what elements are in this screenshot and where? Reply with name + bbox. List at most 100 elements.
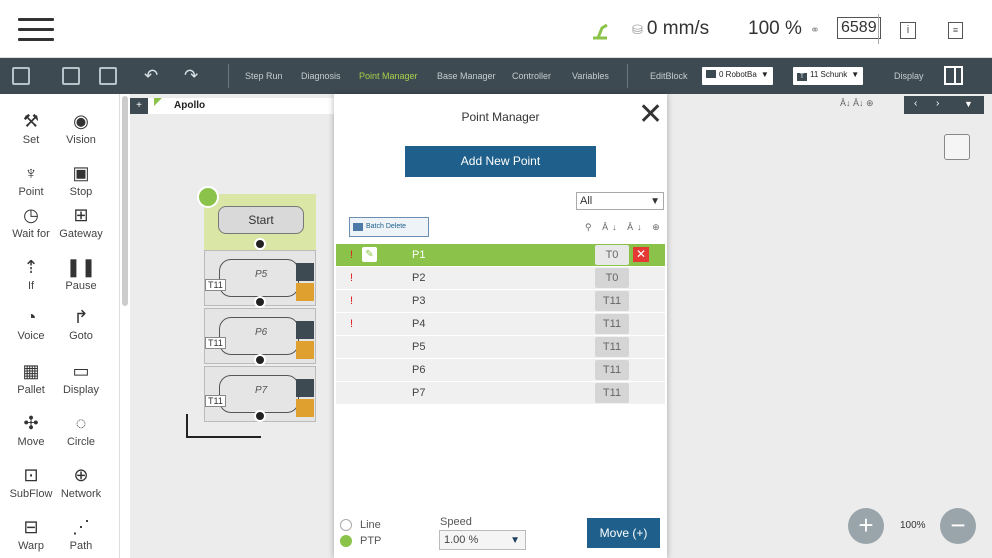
palette-pallet[interactable]: ▦ Pallet [6, 358, 56, 396]
block-label: P7 [255, 385, 268, 396]
tab-step-run[interactable]: Step Run [245, 71, 283, 81]
tab-base-manager[interactable]: Base Manager [437, 71, 496, 81]
grid-icon: ▦ [22, 361, 40, 381]
display-label[interactable]: Display [894, 71, 924, 81]
point-row[interactable]: ! P4 T11 [336, 313, 665, 335]
canvas-nav[interactable]: ‹ › ▼ [904, 96, 984, 114]
chevron-down-icon[interactable]: ▼ [964, 99, 973, 109]
screen-icon: ▭ [72, 361, 90, 381]
palette-goto[interactable]: ↱ Goto [56, 304, 106, 342]
move-button[interactable]: Move (+) [587, 518, 660, 548]
palette-gateway[interactable]: ⊞ Gateway [56, 202, 106, 240]
palette-wait-for[interactable]: ◷ Wait for [6, 202, 56, 240]
chevron-left-icon[interactable]: ‹ [914, 98, 917, 109]
document-icon[interactable]: ≡ [948, 22, 963, 39]
connector-node[interactable] [254, 238, 266, 250]
flow-save-icon[interactable] [62, 67, 80, 85]
flow-export-icon[interactable] [99, 67, 117, 85]
base-select[interactable]: 0 RobotBa ▼ [702, 67, 773, 85]
chevron-right-icon[interactable]: › [936, 98, 939, 109]
layout-icon[interactable] [944, 134, 970, 160]
redo-icon[interactable]: ↷ [184, 66, 198, 86]
menu-icon[interactable] [18, 18, 54, 42]
gripper-icon [296, 321, 314, 339]
point-row[interactable]: ! ✎ P1 T0 ✕ [336, 244, 665, 266]
tab-point-manager[interactable]: Point Manager [359, 71, 418, 81]
point-row[interactable]: P7 T11 [336, 382, 665, 404]
editblock-button[interactable]: EditBlock [650, 71, 688, 81]
connector-node[interactable] [254, 410, 266, 422]
chevron-down-icon: ▼ [510, 535, 520, 546]
toggle-icon[interactable] [944, 184, 970, 210]
point-manager-dialog: Point Manager ✕ Add New Point All ▼ Batch… [334, 94, 667, 558]
display-panel-icon[interactable] [944, 66, 963, 85]
undo-icon[interactable]: ↶ [144, 66, 158, 86]
percent-readout: 100 % ⚭ [748, 18, 820, 40]
eye-icon: ◉ [73, 111, 89, 131]
point-tool: T11 [595, 337, 629, 357]
tool-select[interactable]: T 11 Schunk ▼ [793, 67, 864, 85]
palette-vision[interactable]: ◉ Vision [56, 108, 106, 146]
payload-icon [296, 399, 314, 417]
palette-move[interactable]: ✣ Move [6, 410, 56, 448]
palette-warp[interactable]: ⊟ Warp [6, 514, 56, 552]
radio-ptp[interactable]: PTP [340, 534, 381, 550]
palette-stop[interactable]: ▣ Stop [56, 160, 106, 198]
palette-point[interactable]: ♆ Point [6, 160, 56, 198]
palette-path[interactable]: ⋰ Path [56, 514, 106, 552]
palette-circle[interactable]: ◌ Circle [56, 410, 106, 448]
flow-tab[interactable]: + Apollo [130, 98, 336, 114]
connector-node[interactable] [254, 296, 266, 308]
add-tab-button[interactable]: + [130, 98, 148, 114]
radio-line[interactable]: Line [340, 518, 381, 534]
edit-pen-icon[interactable] [197, 186, 219, 208]
filter-select[interactable]: All ▼ [576, 192, 664, 210]
speed-select[interactable]: 1.00 % ▼ [439, 530, 526, 550]
subflow-icon: ⊡ [23, 465, 39, 485]
palette-scrollbar[interactable] [122, 96, 128, 306]
tab-variables[interactable]: Variables [572, 71, 609, 81]
tool-select-value: 11 Schunk [810, 70, 848, 79]
batch-delete-button[interactable]: Batch Delete [349, 217, 429, 237]
delete-icon[interactable]: ✕ [633, 247, 649, 262]
add-new-point-button[interactable]: Add New Point [405, 146, 596, 177]
point-tool: T11 [595, 360, 629, 380]
pause-icon: ❚❚ [65, 257, 97, 277]
close-icon[interactable]: ✕ [638, 100, 663, 130]
tab-diagnosis[interactable]: Diagnosis [301, 71, 341, 81]
zoom-in-button[interactable]: + [848, 508, 884, 544]
divider [228, 64, 229, 88]
palette-pause[interactable]: ❚❚ Pause [56, 254, 106, 292]
palette-network[interactable]: ⊕ Network [56, 462, 106, 500]
point-row[interactable]: ! P2 T0 [336, 267, 665, 289]
sort-icons[interactable]: ⚲ Ā↓ Ā↓ ⊕ [585, 222, 664, 233]
tab-controller[interactable]: Controller [512, 71, 551, 81]
palette-if[interactable]: ⇡ If [6, 254, 56, 292]
stop-icon: ▣ [72, 163, 90, 183]
point-row[interactable]: P6 T11 [336, 359, 665, 381]
dialog-title: Point Manager [461, 110, 540, 124]
divider [878, 14, 879, 44]
block-label: P5 [255, 269, 268, 280]
gripper-icon [296, 263, 314, 281]
point-tool: T0 [595, 268, 629, 288]
palette-set[interactable]: ⚒ Set [6, 108, 56, 146]
clock-icon: ◷ [23, 205, 39, 225]
connector-node[interactable] [254, 354, 266, 366]
palette-display[interactable]: ▭ Display [56, 358, 106, 396]
warning-icon: ! [350, 318, 354, 330]
palette-voice[interactable]: ◔ Voice [6, 304, 56, 342]
zoom-out-button[interactable]: − [940, 508, 976, 544]
info-icon[interactable]: i [900, 22, 916, 39]
point-row[interactable]: ! P3 T11 [336, 290, 665, 312]
point-name: P3 [412, 295, 426, 307]
edit-icon[interactable]: ✎ [362, 247, 377, 262]
palette-label: Goto [69, 330, 93, 342]
flow-icon[interactable] [12, 67, 30, 85]
palette-subflow[interactable]: ⊡ SubFlow [6, 462, 56, 500]
point-row[interactable]: P5 T11 [336, 336, 665, 358]
link-icon: ⚭ [809, 23, 820, 37]
tools-icon: ⚒ [22, 111, 40, 131]
sort-controls[interactable]: Ā↓ Ā↓ ⊕ [840, 98, 874, 109]
block-tool: T11 [205, 395, 226, 407]
